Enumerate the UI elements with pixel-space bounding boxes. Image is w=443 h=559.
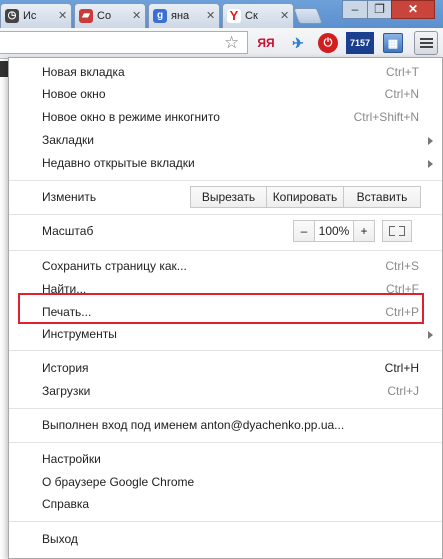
copy-button[interactable]: Копировать — [266, 186, 344, 208]
browser-tab-1[interactable]: ◷ Ис ✕ — [0, 3, 72, 28]
menu-item-incognito[interactable]: Новое окно в режиме инкогнито Ctrl+Shift… — [9, 106, 442, 128]
tab-strip: ◷ Ис ✕ ▰ Со ✕ g яна ✕ Y Ск ✕ – ❐ ✕ — [0, 0, 443, 28]
tab-title: Ис — [23, 10, 37, 22]
submenu-arrow-icon — [428, 331, 433, 339]
menu-item-label: Загрузки — [42, 384, 91, 398]
tab-close-icon[interactable]: ✕ — [58, 9, 67, 22]
menu-item-shortcut: Ctrl+N — [384, 87, 419, 101]
menu-item-shortcut: Ctrl+H — [384, 361, 419, 375]
menu-item-help[interactable]: Справка — [9, 493, 442, 515]
menu-item-shortcut: Ctrl+Shift+N — [353, 110, 419, 124]
toolbar: ☆ ЯЯ ✈ ⏻ 7157 ▦ — [0, 28, 443, 59]
screen-ext-icon[interactable]: ▦ — [383, 33, 403, 53]
zoom-level: 100% — [314, 220, 354, 242]
tab-title: Со — [97, 10, 112, 22]
bird-ext-icon[interactable]: ✈ — [288, 33, 308, 53]
menu-item-label: Закладки — [42, 133, 94, 147]
menu-separator — [9, 350, 442, 351]
menu-item-label: История — [42, 361, 89, 375]
menu-item-label: Новое окно — [42, 87, 106, 101]
browser-tab-4[interactable]: Y Ск ✕ — [222, 3, 294, 28]
menu-item-label: Инструменты — [42, 327, 117, 341]
menu-item-shortcut: Ctrl+J — [387, 384, 419, 398]
menu-item-recent-tabs[interactable]: Недавно открытые вкладки — [9, 152, 442, 174]
menu-item-tools[interactable]: Инструменты — [9, 323, 442, 345]
submenu-arrow-icon — [428, 137, 433, 145]
tab-close-icon[interactable]: ✕ — [280, 9, 289, 22]
fullscreen-icon[interactable] — [382, 220, 412, 242]
bookmark-star-icon[interactable]: ☆ — [224, 33, 239, 53]
page-fragment — [0, 61, 8, 77]
menu-item-new-tab[interactable]: Новая вкладка Ctrl+T — [9, 61, 442, 83]
menu-separator — [9, 408, 442, 409]
browser-tab-3[interactable]: g яна ✕ — [148, 3, 220, 28]
edit-label: Изменить — [42, 190, 97, 204]
maximize-button[interactable]: ❐ — [367, 0, 392, 19]
menu-item-signed-in[interactable]: Выполнен вход под именем anton@dyachenko… — [9, 414, 442, 436]
menu-separator — [9, 521, 442, 522]
menu-item-label: О браузере Google Chrome — [42, 475, 195, 489]
menu-separator — [9, 250, 442, 251]
stop-ext-icon[interactable]: ⏻ — [318, 33, 338, 53]
zoom-out-button[interactable]: – — [293, 220, 315, 242]
menu-item-label: Новое окно в режиме инкогнито — [42, 110, 220, 124]
menu-item-downloads[interactable]: Загрузки Ctrl+J — [9, 380, 442, 402]
menu-item-new-window[interactable]: Новое окно Ctrl+N — [9, 83, 442, 105]
menu-item-settings[interactable]: Настройки — [9, 448, 442, 470]
tab-title: Ск — [245, 10, 258, 22]
menu-item-bookmarks[interactable]: Закладки — [9, 129, 442, 151]
menu-item-label: Настройки — [42, 452, 101, 466]
yandex-translate-ext-icon[interactable]: ЯЯ — [256, 33, 276, 53]
menu-separator — [9, 214, 442, 215]
submenu-arrow-icon — [428, 160, 433, 168]
menu-item-label: Справка — [42, 497, 90, 511]
menu-item-history[interactable]: История Ctrl+H — [9, 357, 442, 379]
menu-separator — [9, 180, 442, 181]
menu-item-about[interactable]: О браузере Google Chrome — [9, 471, 442, 493]
tab-title: яна — [171, 10, 190, 22]
zoom-in-button[interactable]: + — [353, 220, 375, 242]
browser-tab-2[interactable]: ▰ Со ✕ — [74, 3, 146, 28]
menu-item-shortcut: Ctrl+S — [385, 259, 419, 273]
counter-ext-icon[interactable]: 7157 — [346, 32, 374, 54]
minimize-button[interactable]: – — [342, 0, 368, 19]
tab-close-icon[interactable]: ✕ — [206, 9, 215, 22]
zoom-label: Масштаб — [42, 224, 94, 238]
tab-close-icon[interactable]: ✕ — [132, 9, 141, 22]
paste-button[interactable]: Вставить — [343, 186, 421, 208]
menu-item-exit[interactable]: Выход — [9, 528, 442, 550]
address-bar[interactable]: ☆ — [0, 31, 248, 54]
chrome-menu-button[interactable] — [414, 31, 438, 55]
google-g-icon: g — [153, 9, 167, 23]
cut-button[interactable]: Вырезать — [190, 186, 267, 208]
menu-item-label: Сохранить страницу как... — [42, 259, 187, 273]
close-window-button[interactable]: ✕ — [391, 0, 435, 19]
menu-item-label: Недавно открытые вкладки — [42, 156, 195, 170]
menu-item-label: Новая вкладка — [42, 65, 125, 79]
menu-item-label: Выход — [42, 532, 78, 546]
new-tab-button[interactable] — [293, 8, 323, 24]
car-icon: ▰ — [79, 9, 93, 23]
yandex-y-icon: Y — [227, 9, 241, 23]
clock-icon: ◷ — [5, 9, 19, 23]
menu-separator — [9, 442, 442, 443]
signed-in-label: Выполнен вход под именем anton@dyachenko… — [42, 418, 345, 432]
menu-item-save-page[interactable]: Сохранить страницу как... Ctrl+S — [9, 255, 442, 277]
history-highlight-box — [18, 293, 424, 324]
menu-item-shortcut: Ctrl+T — [386, 65, 419, 79]
